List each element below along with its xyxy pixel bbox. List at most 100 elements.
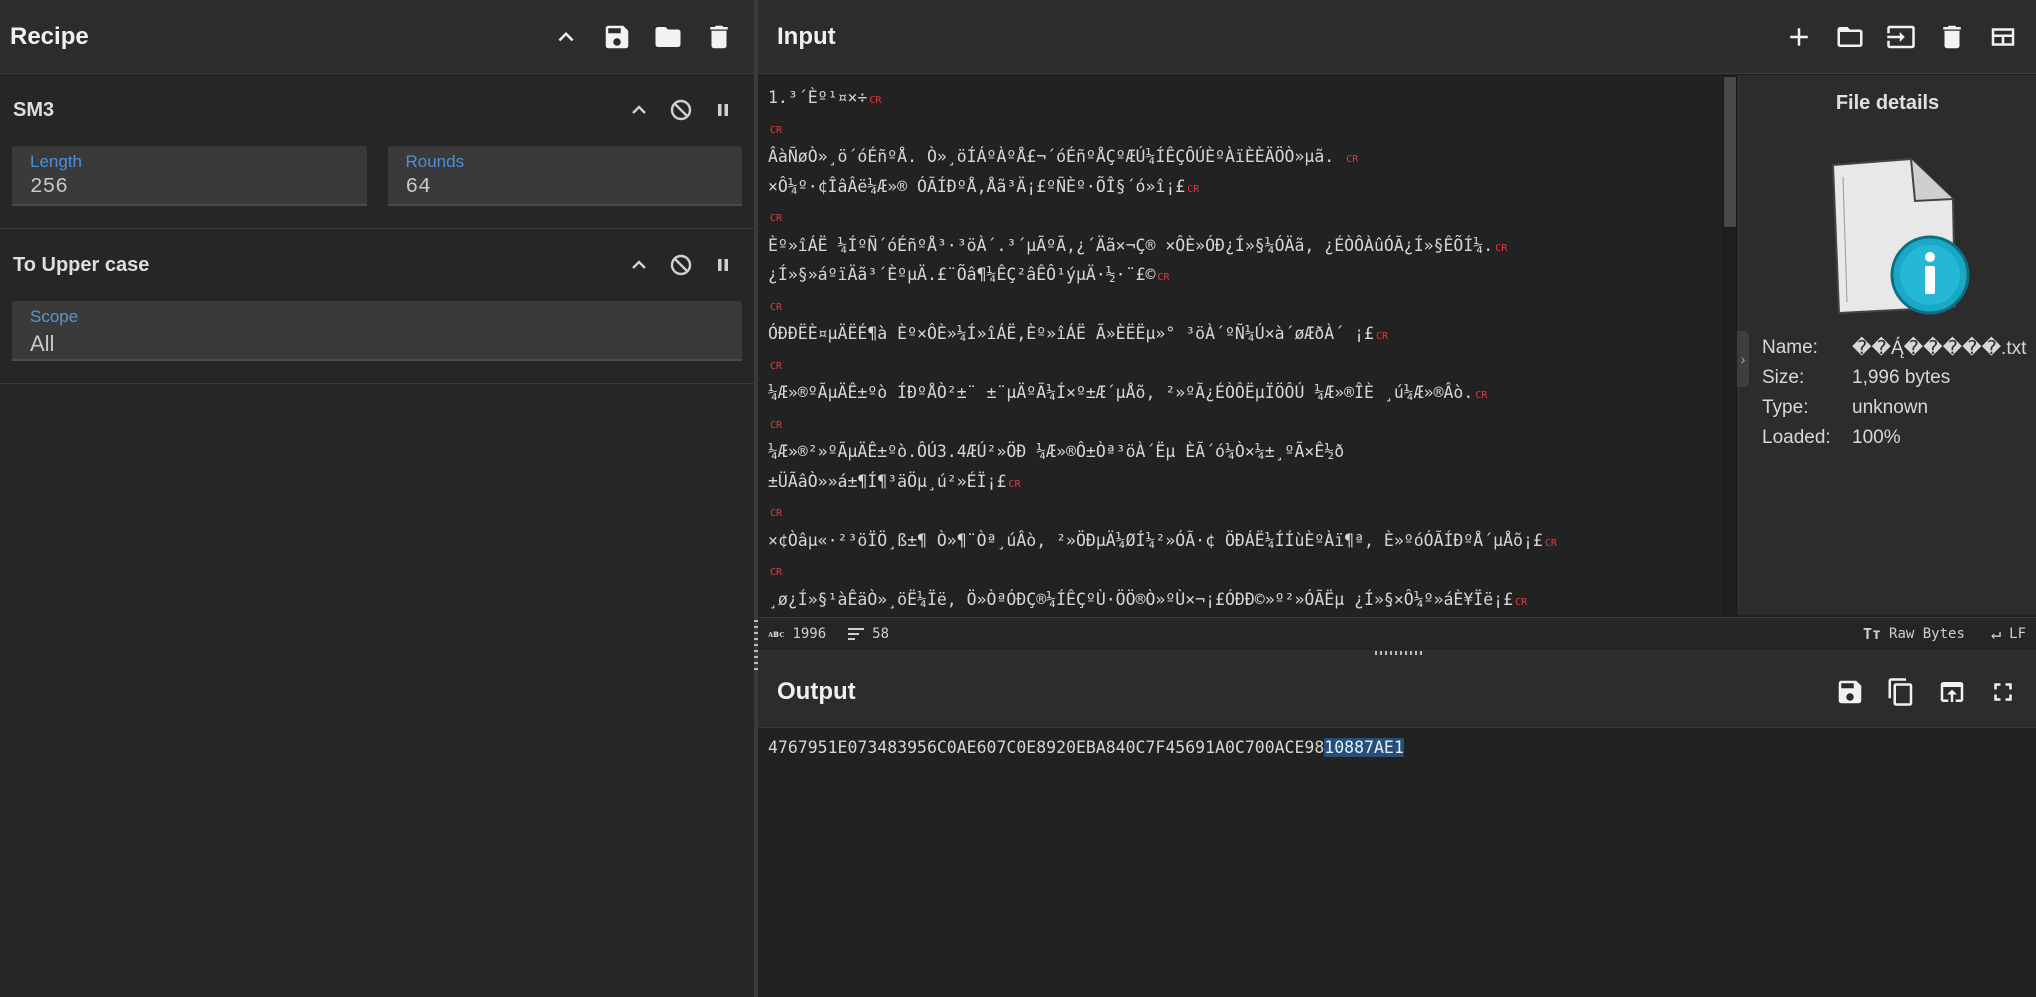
carriage-return-marker: CR (770, 301, 783, 313)
collapse-operation-button[interactable] (618, 244, 660, 286)
file-name-value: ��Ą́�����.txt (1852, 338, 2027, 359)
collapse-file-details-button[interactable]: › (1737, 331, 1749, 387)
input-line: Èº»îÁË ¼ÍºÑ´óÉñºÅ³·³öÀ´.³´µÃºÃ,¿´Äã×¬Ç® … (768, 231, 1712, 261)
breakpoint-button[interactable] (702, 244, 744, 286)
load-recipe-button[interactable] (642, 11, 693, 62)
fullscreen-icon (1993, 682, 2012, 701)
trash-icon (709, 25, 728, 48)
breakpoint-button[interactable] (702, 89, 744, 131)
input-line-text: ÓÐÐËÈ¤µÄËÉ¶à Èº×ÔÈ»¼Í»îÁË,Èº»îÁË Ã»ÈËËµ»… (768, 324, 1374, 343)
length-field[interactable]: Length 256 (12, 146, 367, 206)
input-line: ¼Æ»®ºÃµÄÊ±ºò ÍÐºÅÒ²±¨ ±¨µÄºÃ¼Í×º±Æ´µÅõ, … (768, 378, 1712, 408)
carriage-return-marker: CR (1475, 390, 1488, 401)
rounds-label: Rounds (405, 152, 465, 171)
input-line: ±ÜÃâÒ»»á±¶Í¶³äÖµ¸ú²»ÉÏ¡£ CR (768, 467, 1712, 497)
input-line: CR (768, 496, 1712, 526)
file-info-icon (1831, 157, 1970, 315)
disable-operation-button[interactable] (660, 89, 702, 131)
output-selected-text: 10887AE1 (1324, 738, 1404, 757)
folder-open-icon (1837, 26, 1862, 47)
recipe-title: Recipe (10, 22, 89, 50)
operation-name: To Upper case (13, 253, 150, 276)
input-line-text: ×¢Òâµ«·²³öÏÖ¸ß±¶ Ò»¶¨Òª¸úÂò, ²»ÖÐµÄ¼ØÍ¼²… (768, 530, 1543, 550)
chevron-up-icon (632, 260, 646, 269)
input-textarea[interactable]: 1.³´Èº¹¤×÷ CR CR ÂàÑøÒ»¸ö´óÉñºÅ. Ò»¸öÍÁºÀºÅ… (758, 75, 1722, 615)
carriage-return-marker: CR (770, 508, 783, 519)
rounds-value: 64 (405, 176, 431, 199)
input-line-text: Èº»îÁË ¼ÍºÑ´óÉñºÅ³·³öÀ´.³´µÃºÃ,¿´Äã×¬Ç® … (768, 235, 1494, 255)
recipe-header: Recipe (0, 0, 754, 74)
input-line-text: ¿Í»§»áºïÄã³´ÈºµÄ.£¨Õâ¶¼ÊÇ²âÊÔ¹ýµÄ·½·¨£© (768, 265, 1156, 284)
line-count-value: 58 (872, 626, 890, 642)
input-line: CR (768, 408, 1712, 438)
save-output-button[interactable] (1824, 666, 1875, 717)
carriage-return-marker: CR (1008, 478, 1021, 490)
operation-header: SM3 (0, 74, 754, 146)
disable-icon (670, 254, 692, 276)
carriage-return-marker: CR (1544, 537, 1557, 549)
return-icon: ↵ (1990, 624, 2002, 644)
replace-input-button[interactable] (1926, 666, 1977, 717)
open-file-button[interactable] (1875, 11, 1926, 62)
abc-icon: ᴀʙᴄ (768, 628, 785, 640)
collapse-all-button[interactable] (540, 11, 591, 62)
carriage-return-marker: CR (770, 360, 783, 372)
open-in-browser-icon (1940, 681, 1963, 702)
encoding-selector[interactable]: Tт Raw Bytes (1863, 625, 1965, 643)
input-header: Input (758, 0, 2036, 74)
input-line-text: ¼Æ»®²»ºÃµÄÊ±ºò.ÔÚ3.4ÆÚ²»ÖÐ ¼Æ»®Ô±Òª³öÀ´Ë… (768, 442, 1345, 461)
collapse-operation-button[interactable] (618, 89, 660, 131)
carriage-return-marker: CR (1346, 154, 1359, 165)
scope-label: Scope (30, 307, 79, 326)
file-loaded-value: 100% (1852, 427, 1901, 448)
input-file-icon (1886, 25, 1915, 48)
input-line: ÂàÑøÒ»¸ö´óÉñºÅ. Ò»¸öÍÁºÀºÅ£¬´óÉñºÅÇºÆÚ¼Í… (768, 142, 1712, 172)
scope-value: All (30, 331, 55, 356)
save-icon (605, 25, 628, 48)
file-details-panel: › File details Name: ��Ą́�����.txt Size:… (1737, 75, 2036, 615)
input-line: CR (768, 113, 1712, 143)
carriage-return-marker: CR (1515, 596, 1528, 608)
char-count-value: 1996 (792, 626, 827, 642)
output-panel: Output 4767951E073483956C0AE607C0E8920EB… (758, 656, 2036, 997)
input-line: CR (768, 349, 1712, 379)
length-value: 256 (30, 176, 68, 199)
output-textarea[interactable]: 4767951E073483956C0AE607C0E8920EBA840C7F… (758, 656, 1414, 757)
clear-recipe-button[interactable] (693, 11, 744, 62)
input-line-text: ±ÜÃâÒ»»á±¶Í¶³äÖµ¸ú²»ÉÏ¡£ (768, 471, 1007, 491)
text-size-icon: Tт (1862, 625, 1882, 643)
input-panel: Input 1.³´Èº¹¤×÷ CR CR ÂàÑøÒ»¸ö´óÉñºÅ. Ò»¸ö… (758, 0, 2036, 650)
carriage-return-marker: CR (1157, 272, 1170, 283)
file-size-row: Size: 1,996 bytes (1762, 367, 1950, 389)
eol-selector[interactable]: ↵ LF (1991, 624, 2026, 644)
add-input-tab-button[interactable] (1773, 11, 1824, 62)
input-line: CR (768, 555, 1712, 585)
save-icon (1838, 680, 1861, 703)
file-type-value: unknown (1852, 397, 1929, 418)
reset-layout-button[interactable] (1977, 11, 2028, 62)
scope-dropdown[interactable]: Scope All (12, 301, 742, 361)
input-line-text: ÂàÑøÒ»¸ö´óÉñºÅ. Ò»¸öÍÁºÀºÅ£¬´óÉñºÅÇºÆÚ¼Í… (768, 147, 1345, 166)
carriage-return-marker: CR (1495, 242, 1508, 254)
output-hash-text: 4767951E073483956C0AE607C0E8920EBA840C7F… (768, 738, 1325, 757)
chevron-up-icon (558, 31, 573, 41)
input-line-text: ¼Æ»®ºÃµÄÊ±ºò ÍÐºÅÒ²±¨ ±¨µÄºÃ¼Í×º±Æ´µÅõ, … (768, 383, 1474, 402)
save-recipe-button[interactable] (591, 11, 642, 62)
file-size-label: Size: (1762, 367, 1805, 388)
disable-icon (670, 99, 692, 121)
length-label: Length (30, 152, 82, 171)
disable-operation-button[interactable] (660, 244, 702, 286)
rounds-field[interactable]: Rounds 64 (387, 146, 742, 206)
open-folder-button[interactable] (1824, 11, 1875, 62)
line-count: 58 (848, 626, 889, 642)
operation-to-upper-case: To Upper case Scope All (0, 229, 754, 384)
copy-output-button[interactable] (1875, 666, 1926, 717)
maximise-output-button[interactable] (1977, 666, 2028, 717)
carriage-return-marker: CR (770, 124, 783, 136)
clear-input-button[interactable] (1926, 11, 1977, 62)
carriage-return-marker: CR (869, 95, 882, 106)
input-line: ¼Æ»®²»ºÃµÄÊ±ºò.ÔÚ3.4ÆÚ²»ÖÐ ¼Æ»®Ô±Òª³öÀ´Ë… (768, 437, 1712, 467)
input-scrollbar[interactable] (1722, 75, 1738, 615)
folder-icon (655, 26, 680, 47)
encoding-value: Raw Bytes (1889, 626, 1965, 642)
